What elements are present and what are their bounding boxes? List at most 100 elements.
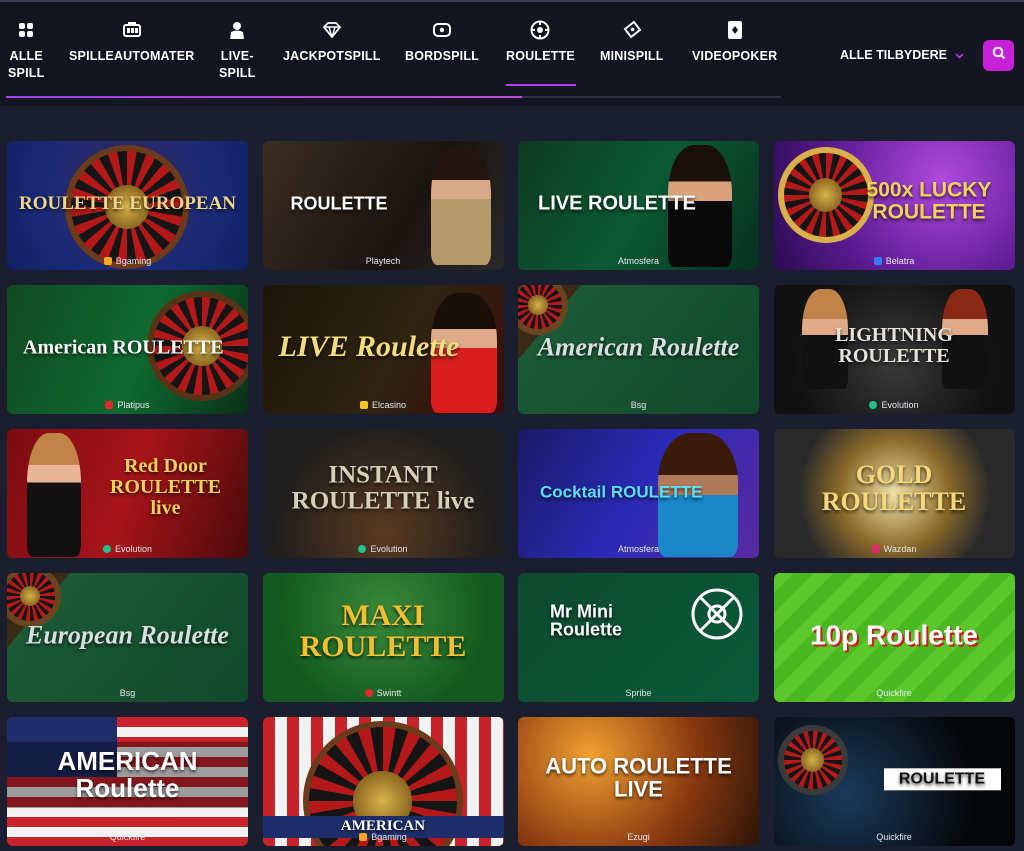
game-title: AMERICAN Roulette: [7, 741, 248, 809]
providers-dropdown[interactable]: ALLE TILBYDERE: [840, 48, 964, 62]
game-tile-roulette-european[interactable]: ROULETTE EUROPEAN Bgaming: [7, 141, 248, 270]
nav-active-indicator: [506, 84, 576, 86]
game-tile-gold-roulette[interactable]: GOLD ROULETTE Wazdan: [773, 429, 1015, 558]
search-icon: [992, 46, 1006, 65]
game-provider: Evolution: [263, 544, 504, 554]
game-title: LIGHTNING ROULETTE: [835, 323, 953, 367]
game-provider: Bsg: [630, 400, 647, 410]
search-button[interactable]: [983, 40, 1014, 71]
game-title: ROULETTE EUROPEAN: [19, 192, 236, 214]
top-navigation: ALLE SPILL SPILLEAUTOMATER LIVE- SPILL J…: [0, 0, 1024, 106]
game-provider: Ezugi: [627, 832, 650, 842]
roulette-wheel-image: [518, 285, 568, 335]
nav-item-minispill[interactable]: MINISPILL: [600, 20, 664, 65]
provider-logo-icon: [359, 401, 368, 409]
slot-machine-icon: [122, 20, 142, 40]
nav-item-alle-spill[interactable]: ALLE SPILL: [8, 20, 44, 82]
game-tile-red-door-roulette[interactable]: Red Door ROULETTE live Evolution: [7, 429, 248, 558]
nav-label: VIDEOPOKER: [692, 49, 778, 63]
host-image: [27, 433, 81, 557]
nav-item-bordspill[interactable]: BORDSPILL: [405, 20, 479, 65]
game-provider: Bsg: [119, 688, 136, 698]
nav-item-roulette[interactable]: ROULETTE: [506, 20, 575, 65]
game-title: Cocktail ROULETTE: [540, 481, 703, 501]
game-tile-roulette-quickfire[interactable]: ROULETTE Quickfire: [773, 717, 1015, 846]
provider-logo-icon: [869, 401, 878, 409]
provider-logo-icon: [105, 401, 114, 409]
game-title: ROULETTE: [883, 767, 1001, 791]
game-tile-cocktail-roulette[interactable]: Cocktail ROULETTE Atmosfera: [518, 429, 759, 558]
ticket-icon: [622, 20, 642, 40]
nav-item-jackpotspill[interactable]: JACKPOTSPILL: [283, 20, 381, 65]
grid-icon: [16, 20, 36, 40]
game-tile-american-roulette-quickfire[interactable]: AMERICAN Roulette Quickfire: [7, 717, 248, 846]
game-provider: Platipus: [7, 400, 248, 410]
game-tile-live-roulette-elcasino[interactable]: LIVE Roulette Elcasino: [262, 285, 504, 414]
game-provider: Elcasino: [263, 400, 504, 410]
table-icon: [432, 20, 452, 40]
nav-label: BORDSPILL: [405, 49, 480, 63]
nav-label: LIVE- SPILL: [219, 49, 256, 80]
nav-label: JACKPOTSPILL: [283, 49, 381, 63]
provider-logo-icon: [102, 545, 111, 553]
game-provider: Spribe: [625, 688, 652, 698]
game-provider: Quickfire: [109, 832, 146, 842]
chevron-down-icon: [955, 48, 964, 62]
nav-scroll-indicator: [6, 96, 522, 98]
game-title: LIVE Roulette: [278, 329, 460, 363]
game-provider: Playtech: [365, 256, 401, 266]
game-tile-mini-roulette[interactable]: Mr Mini Roulette Spribe: [518, 573, 759, 702]
game-title: INSTANT ROULETTE live: [291, 461, 475, 515]
provider-logo-icon: [359, 833, 368, 841]
nav-item-spilleautomater[interactable]: SPILLEAUTOMATER: [69, 20, 194, 65]
roulette-wheel-image: [7, 573, 61, 627]
game-title: Mr Mini Roulette: [550, 600, 622, 640]
game-tile-american-bgaming[interactable]: AMERICAN Bgaming: [262, 717, 504, 846]
game-provider: Evolution: [7, 544, 248, 554]
diamond-icon: [322, 20, 342, 40]
game-provider: Belatra: [774, 256, 1015, 266]
game-title: LIVE ROULETTE: [538, 191, 696, 214]
roulette-icon: [690, 587, 744, 641]
game-provider: Atmosfera: [617, 544, 659, 554]
roulette-wheel-image: [777, 725, 848, 795]
provider-logo-icon: [103, 257, 112, 265]
nav-label: ROULETTE: [506, 49, 575, 63]
game-title: 10p Roulette: [809, 618, 979, 650]
provider-logo-icon: [358, 545, 367, 553]
game-provider: Atmosfera: [617, 256, 659, 266]
game-title: MAXI ROULETTE: [299, 598, 467, 664]
card-icon: [725, 20, 745, 40]
game-provider: Swintt: [263, 688, 504, 698]
provider-logo-icon: [871, 545, 880, 553]
game-provider: Wazdan: [774, 544, 1015, 554]
provider-logo-icon: [364, 689, 373, 697]
game-title: GOLD ROULETTE: [821, 459, 967, 517]
game-tile-auto-roulette[interactable]: AUTO ROULETTE LIVE Ezugi: [518, 717, 759, 846]
nav-label: MINISPILL: [600, 49, 664, 63]
game-tile-american-roulette-bsg[interactable]: American Roulette Bsg: [518, 285, 759, 414]
provider-logo-icon: [873, 257, 882, 265]
nav-item-videopoker[interactable]: VIDEOPOKER: [692, 20, 777, 65]
game-title: AUTO ROULETTE LIVE: [545, 752, 732, 801]
game-title: American ROULETTE: [23, 335, 224, 358]
game-title: American Roulette: [537, 332, 740, 362]
game-grid: ROULETTE EUROPEAN Bgaming ROULETTE Playt…: [7, 141, 1015, 846]
game-tile-lightning-roulette[interactable]: LIGHTNING ROULETTE Evolution: [773, 285, 1015, 414]
dealer-icon: [227, 20, 247, 40]
game-provider: Bgaming: [263, 832, 504, 842]
nav-label: ALLE SPILL: [8, 49, 45, 80]
game-tile-american-roulette-platipus[interactable]: American ROULETTE Platipus: [7, 285, 248, 414]
game-title: European Roulette: [26, 620, 229, 650]
game-tile-lucky-roulette[interactable]: 500x LUCKY ROULETTE Belatra: [773, 141, 1015, 270]
game-tile-live-roulette[interactable]: LIVE ROULETTE Atmosfera: [518, 141, 759, 270]
game-tile-european-roulette-bsg[interactable]: European Roulette Bsg: [7, 573, 248, 702]
game-provider: Quickfire: [876, 832, 912, 842]
game-tile-instant-roulette[interactable]: INSTANT ROULETTE live Evolution: [262, 429, 504, 558]
game-title: 500x LUCKY ROULETTE: [866, 178, 992, 224]
game-title: Red Door ROULETTE live: [109, 454, 222, 519]
game-tile-maxi-roulette[interactable]: MAXI ROULETTE Swintt: [262, 573, 504, 702]
game-tile-10p-roulette[interactable]: 10p Roulette Quickfire: [773, 573, 1015, 702]
game-tile-roulette-playtech[interactable]: ROULETTE Playtech: [262, 141, 504, 270]
nav-item-live-spill[interactable]: LIVE- SPILL: [219, 20, 255, 82]
